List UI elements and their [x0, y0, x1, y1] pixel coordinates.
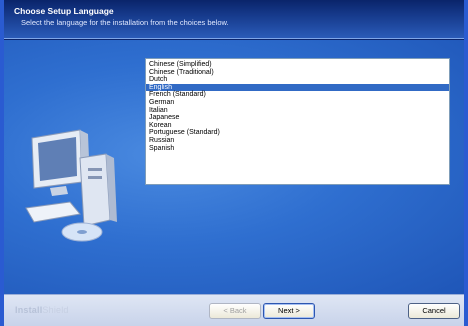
computer-icon [25, 129, 117, 242]
setup-dialog: Choose Setup Language Select the languag… [0, 0, 468, 326]
language-option[interactable]: Japanese [146, 114, 449, 122]
language-option[interactable]: Chinese (Simplified) [146, 61, 449, 69]
cancel-button[interactable]: Cancel [408, 303, 460, 319]
language-option[interactable]: French (Standard) [146, 91, 449, 99]
next-button[interactable]: Next > [263, 303, 315, 319]
brand-sub: Shield [42, 305, 69, 315]
dialog-footer: InstallShield < Back Next > Cancel [4, 294, 464, 326]
back-button[interactable]: < Back [209, 303, 261, 319]
installshield-logo: InstallShield [15, 305, 69, 315]
language-option[interactable]: Portuguese (Standard) [146, 129, 449, 137]
brand-main: Install [15, 305, 43, 315]
language-option[interactable]: Italian [146, 107, 449, 115]
language-option[interactable]: German [146, 99, 449, 107]
dialog-title: Choose Setup Language [14, 6, 114, 16]
language-option[interactable]: Russian [146, 137, 449, 145]
content-panel: Chinese (Simplified) Chinese (Traditional… [4, 40, 464, 294]
language-option[interactable]: Dutch [146, 76, 449, 84]
language-option[interactable]: Chinese (Traditional) [146, 69, 449, 77]
language-option[interactable]: English [146, 83, 449, 92]
language-option[interactable]: Spanish [146, 145, 449, 153]
language-option[interactable]: Korean [146, 122, 449, 130]
language-listbox[interactable]: Chinese (Simplified) Chinese (Traditional… [145, 58, 450, 185]
dialog-header: Choose Setup Language Select the languag… [4, 0, 464, 38]
dialog-subtitle: Select the language for the installation… [21, 18, 229, 27]
